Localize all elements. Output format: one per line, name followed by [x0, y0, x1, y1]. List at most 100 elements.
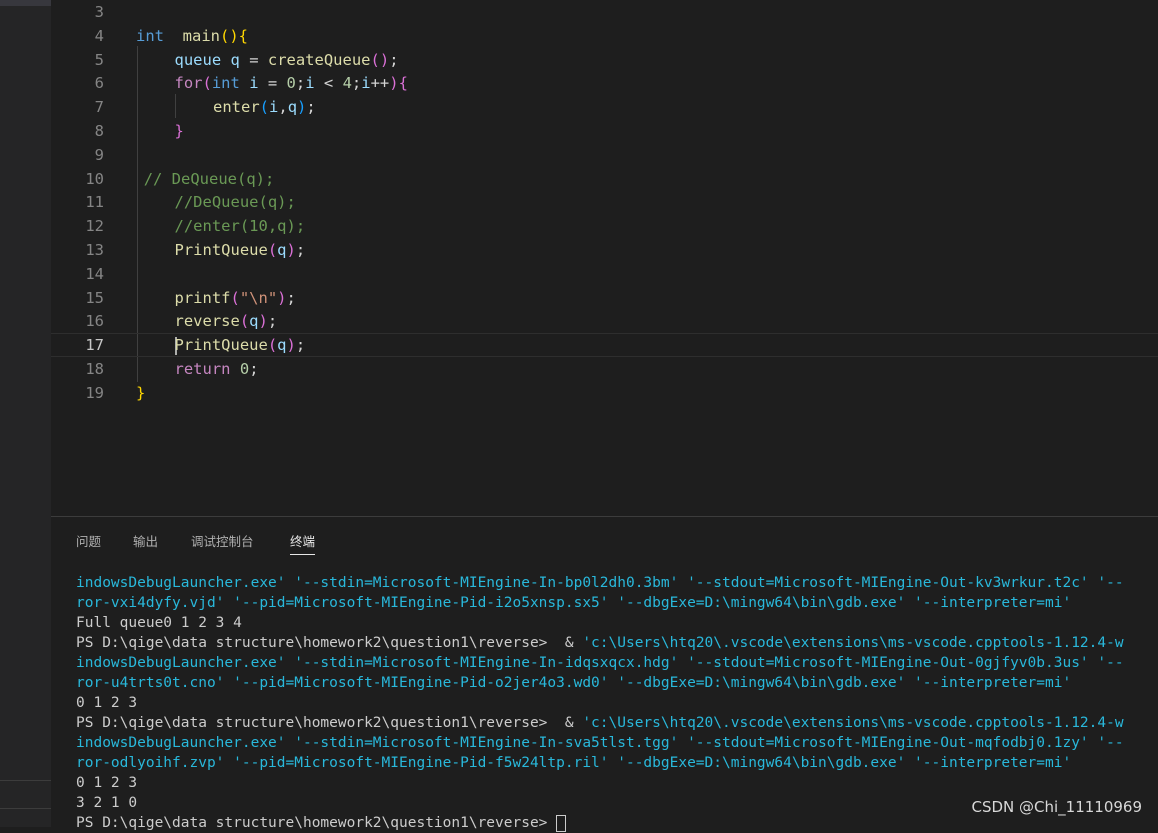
code-token: "\n" [239, 288, 278, 307]
code-token: () [220, 26, 239, 45]
panel-tabs: 问题 输出 调试控制台 终端 [51, 517, 1158, 557]
code-token: ) [389, 74, 399, 93]
line-number: 10 [85, 169, 104, 188]
code-token: // DeQueue(q); [143, 169, 275, 188]
code-token: i [305, 74, 315, 93]
code-line[interactable]: 11 //DeQueue(q); [51, 190, 1158, 214]
line-number: 11 [85, 193, 104, 212]
code-token: ) [286, 336, 296, 355]
code-token: ) [258, 312, 268, 331]
activity-bar-divider [0, 808, 51, 809]
code-line[interactable]: 14 [51, 262, 1158, 286]
terminal-line: PS D:\qige\data structure\homework2\ques… [76, 635, 1124, 651]
code-token: ; [306, 98, 316, 117]
line-code: //enter(10,q); [175, 214, 306, 238]
code-token: main [182, 26, 220, 45]
code-token: ; [295, 336, 306, 355]
line-number: 6 [94, 74, 104, 93]
terminal-output[interactable]: indowsDebugLauncher.exe' '--stdin=Micros… [76, 573, 1158, 833]
watermark: CSDN @Chi_11110969 [971, 798, 1142, 816]
line-number: 3 [94, 3, 104, 21]
activity-bar [0, 0, 52, 827]
code-token: ; [286, 288, 296, 307]
code-token: q [277, 336, 287, 355]
line-number: 19 [85, 383, 104, 402]
code-line[interactable]: 13 PrintQueue(q); [51, 238, 1158, 262]
terminal-line: Full queue0 1 2 3 4 [76, 615, 242, 631]
code-line[interactable]: 18 return 0; [51, 357, 1158, 381]
code-token: , [278, 98, 288, 117]
tab-problems[interactable]: 问题 [76, 531, 101, 554]
code-token: q [287, 98, 298, 117]
code-line[interactable]: 10 // DeQueue(q); [51, 167, 1158, 191]
code-token: ( [230, 288, 240, 307]
code-token: ) [277, 288, 287, 307]
code-token: ( [202, 74, 212, 93]
line-number: 13 [85, 241, 104, 259]
code-line[interactable]: 17 PrintQueue(q); [51, 333, 1158, 358]
code-token: { [238, 26, 249, 45]
terminal-line: indowsDebugLauncher.exe' '--stdin=Micros… [76, 655, 1124, 671]
code-token: ; [351, 74, 362, 93]
code-line[interactable]: 3 [51, 0, 1158, 24]
line-code: PrintQueue(q); [174, 334, 306, 356]
code-token: < [314, 74, 343, 93]
line-number: 17 [85, 336, 104, 355]
line-number: 8 [94, 122, 104, 140]
line-code: reverse(q); [175, 309, 278, 333]
code-token: i [249, 74, 259, 93]
line-number: 12 [85, 217, 104, 236]
code-line[interactable]: 7 enter(i,q); [51, 95, 1158, 119]
tab-terminal[interactable]: 终端 [290, 531, 316, 555]
code-token: ( [267, 336, 278, 355]
code-token: i [269, 98, 279, 117]
line-code: //DeQueue(q); [175, 190, 296, 214]
code-line[interactable]: 6 for(int i = 0;i < 4;i++){ [51, 71, 1158, 95]
code-line[interactable]: 16 reverse(q); [51, 309, 1158, 333]
code-line[interactable]: 9 [51, 143, 1158, 167]
code-line[interactable]: 4 int main(){ [51, 24, 1158, 48]
code-line[interactable]: 5 queue q = createQueue(); [51, 48, 1158, 72]
code-token: createQueue [267, 50, 371, 69]
code-token: ) [297, 98, 307, 117]
code-token: int [136, 26, 164, 45]
code-token: //enter(10,q); [174, 217, 306, 236]
code-token: PrintQueue [174, 336, 268, 355]
code-token: 0 [239, 360, 250, 378]
line-code: for(int i = 0;i < 4;i++){ [175, 71, 408, 95]
code-token: PrintQueue [174, 241, 268, 259]
line-number: 4 [94, 26, 104, 45]
code-token: ; [249, 360, 259, 378]
line-code: queue q = createQueue(); [175, 48, 399, 72]
tab-output[interactable]: 输出 [133, 531, 158, 554]
terminal-line: PS D:\qige\data structure\homework2\ques… [76, 715, 1124, 731]
code-token: ( [267, 241, 278, 259]
code-token: q [230, 50, 240, 69]
code-token: q [249, 312, 259, 331]
code-token: //DeQueue(q); [174, 193, 296, 212]
code-editor[interactable]: 3 4 int main(){5 queue q = createQueue(); 6 f… [51, 0, 1158, 516]
code-line[interactable]: 19} [51, 381, 1158, 405]
line-code: int main(){ [136, 24, 248, 48]
code-token: ; [295, 74, 306, 93]
terminal-line: indowsDebugLauncher.exe' '--stdin=Micros… [76, 735, 1124, 751]
code-line[interactable]: 8} [51, 119, 1158, 143]
terminal-line: PS D:\qige\data structure\homework2\ques… [76, 813, 1158, 833]
line-number: 15 [85, 288, 104, 307]
code-token: = [258, 74, 287, 93]
code-token: queue [174, 50, 222, 69]
code-token: ; [389, 50, 399, 69]
tab-debug-console[interactable]: 调试控制台 [191, 531, 254, 554]
code-line[interactable]: 15 printf("\n"); [51, 286, 1158, 310]
code-token: 0 [286, 74, 296, 93]
code-token: ( [239, 312, 250, 331]
line-code: enter(i,q); [213, 95, 316, 119]
line-number: 18 [85, 360, 104, 378]
code-line[interactable]: 12 //enter(10,q); [51, 214, 1158, 238]
line-number: 5 [94, 50, 104, 69]
code-token: ; [267, 312, 278, 331]
line-number: 7 [94, 98, 104, 117]
code-token: ; [295, 241, 306, 259]
